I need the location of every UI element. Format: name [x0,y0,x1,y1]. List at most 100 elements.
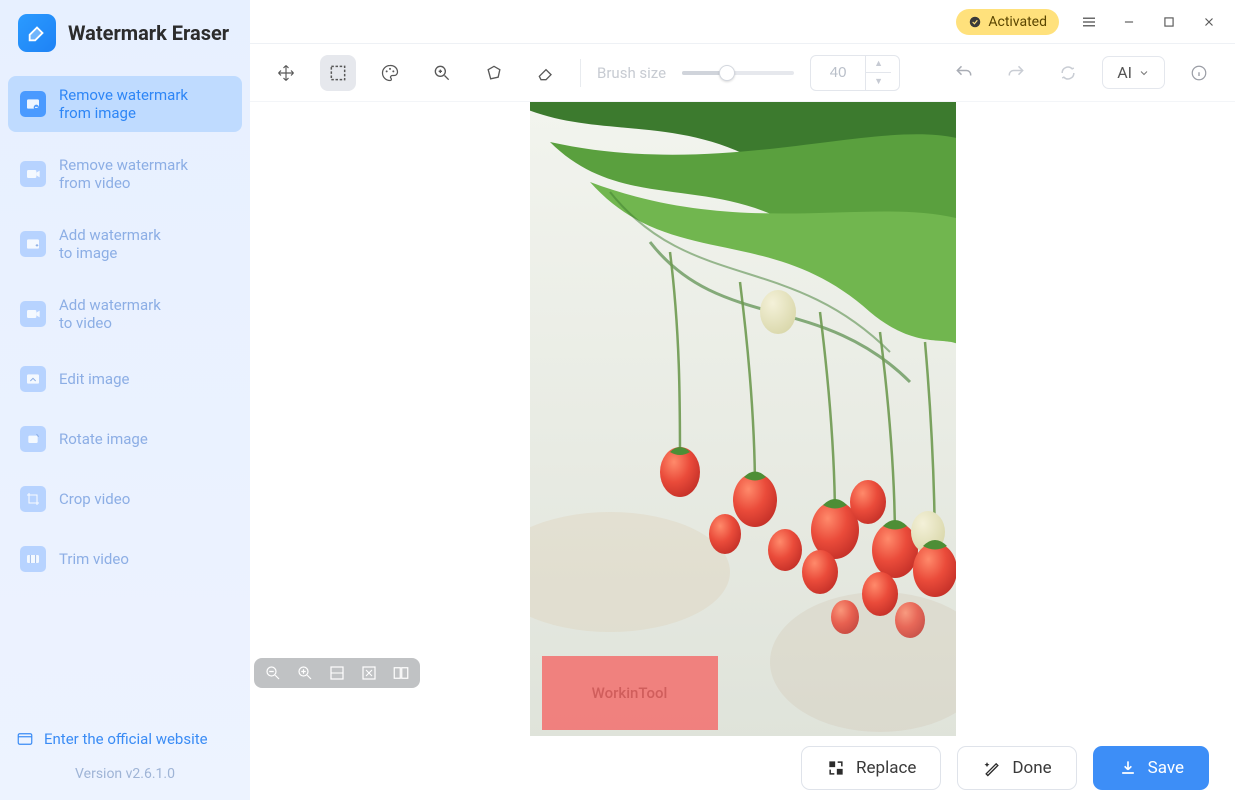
polygon-icon [484,63,504,83]
sidebar-menu: Remove watermark from image Remove water… [0,66,250,718]
palette-icon [380,63,400,83]
refresh-icon [1058,63,1078,83]
titlebar: Activated [250,0,1235,44]
replace-icon [826,758,846,778]
rectangle-select-tool[interactable] [320,55,356,91]
slider-thumb[interactable] [719,65,735,81]
info-button[interactable] [1181,55,1217,91]
zoom-in-icon [296,664,314,682]
maximize-button[interactable] [1159,12,1179,32]
app-logo [18,14,56,52]
replace-label: Replace [856,758,916,778]
sidebar-item-crop-video[interactable]: Crop video [8,476,242,522]
watermark-text: WorkinTool [592,684,668,702]
magnify-tool[interactable] [424,55,460,91]
sidebar-item-rotate-image[interactable]: Rotate image [8,416,242,462]
ai-mode-select[interactable]: AI [1102,56,1165,89]
toolbar-divider [580,59,581,87]
official-website-link[interactable]: Enter the official website [16,730,234,748]
zoom-in-button[interactable] [296,664,314,682]
hamburger-icon [1080,13,1098,31]
app-title: Watermark Eraser [68,21,229,45]
zoom-plus-icon [432,63,452,83]
official-website-label: Enter the official website [44,730,208,748]
sidebar-item-label: Edit image [59,370,129,388]
sidebar-item-remove-watermark-image[interactable]: Remove watermark from image [8,76,242,132]
sidebar-footer: Enter the official website Version v2.6.… [0,718,250,800]
canvas-area: WorkinTool [250,102,1235,736]
minimize-button[interactable] [1119,12,1139,32]
brush-size-slider[interactable] [682,71,794,75]
download-icon [1118,758,1138,778]
browser-icon [16,730,34,748]
zoom-out-button[interactable] [264,664,282,682]
zoom-out-icon [264,664,282,682]
close-icon [1202,15,1216,29]
add-video-icon [20,301,46,327]
image-preview[interactable]: WorkinTool [530,102,956,736]
done-button[interactable]: Done [957,746,1076,790]
compare-button[interactable] [392,664,410,682]
rectangle-icon [328,63,348,83]
sidebar-item-label: Remove watermark from video [59,156,188,192]
strawberry-image [530,102,956,736]
actual-size-button[interactable] [360,664,378,682]
undo-button[interactable] [946,55,982,91]
toolbar: Brush size ▲ ▼ AI [250,44,1235,102]
refresh-button[interactable] [1050,55,1086,91]
menu-button[interactable] [1079,12,1099,32]
fit-window-icon [328,664,346,682]
version-label: Version v2.6.1.0 [16,766,234,782]
done-label: Done [1012,758,1051,778]
minimize-icon [1122,15,1136,29]
fit-window-button[interactable] [328,664,346,682]
color-tool[interactable] [372,55,408,91]
chevron-down-icon [1138,67,1150,79]
brush-size-label: Brush size [597,64,666,82]
ai-label: AI [1117,63,1132,82]
remove-video-icon [20,161,46,187]
sidebar-item-label: Rotate image [59,430,148,448]
maximize-icon [1162,15,1176,29]
zoom-controls [254,658,420,688]
undo-icon [954,63,974,83]
edit-image-icon [20,366,46,392]
replace-button[interactable]: Replace [801,746,941,790]
rotate-image-icon [20,426,46,452]
sidebar-item-label: Add watermark to video [59,296,161,332]
sidebar-item-label: Crop video [59,490,130,508]
brush-size-field[interactable] [811,64,865,81]
move-tool[interactable] [268,55,304,91]
sidebar-item-label: Trim video [59,550,129,568]
sidebar-item-label: Remove watermark from image [59,86,188,122]
redo-icon [1006,63,1026,83]
sidebar: Watermark Eraser Remove watermark from i… [0,0,250,800]
crop-video-icon [20,486,46,512]
sidebar-item-label: Add watermark to image [59,226,161,262]
brand: Watermark Eraser [0,0,250,66]
stepper-down[interactable]: ▼ [866,73,891,90]
eraser-icon [536,63,556,83]
sidebar-item-remove-watermark-video[interactable]: Remove watermark from video [8,146,242,202]
stepper-up[interactable]: ▲ [866,56,891,74]
brush-size-input[interactable]: ▲ ▼ [810,55,900,91]
trim-video-icon [20,546,46,572]
close-button[interactable] [1199,12,1219,32]
sidebar-item-add-watermark-image[interactable]: Add watermark to image [8,216,242,272]
activated-badge[interactable]: Activated [956,9,1059,35]
compare-icon [392,664,410,682]
sidebar-item-add-watermark-video[interactable]: Add watermark to video [8,286,242,342]
sidebar-item-edit-image[interactable]: Edit image [8,356,242,402]
brush-size-stepper: ▲ ▼ [865,56,891,90]
remove-image-icon [20,91,46,117]
activated-label: Activated [988,14,1047,30]
lasso-tool[interactable] [476,55,512,91]
magic-icon [982,758,1002,778]
check-circle-icon [968,15,982,29]
sidebar-item-trim-video[interactable]: Trim video [8,536,242,582]
save-button[interactable]: Save [1093,746,1209,790]
bottom-bar: Replace Done Save [250,736,1235,800]
eraser-tool[interactable] [528,55,564,91]
watermark-selection[interactable]: WorkinTool [542,656,718,730]
redo-button[interactable] [998,55,1034,91]
